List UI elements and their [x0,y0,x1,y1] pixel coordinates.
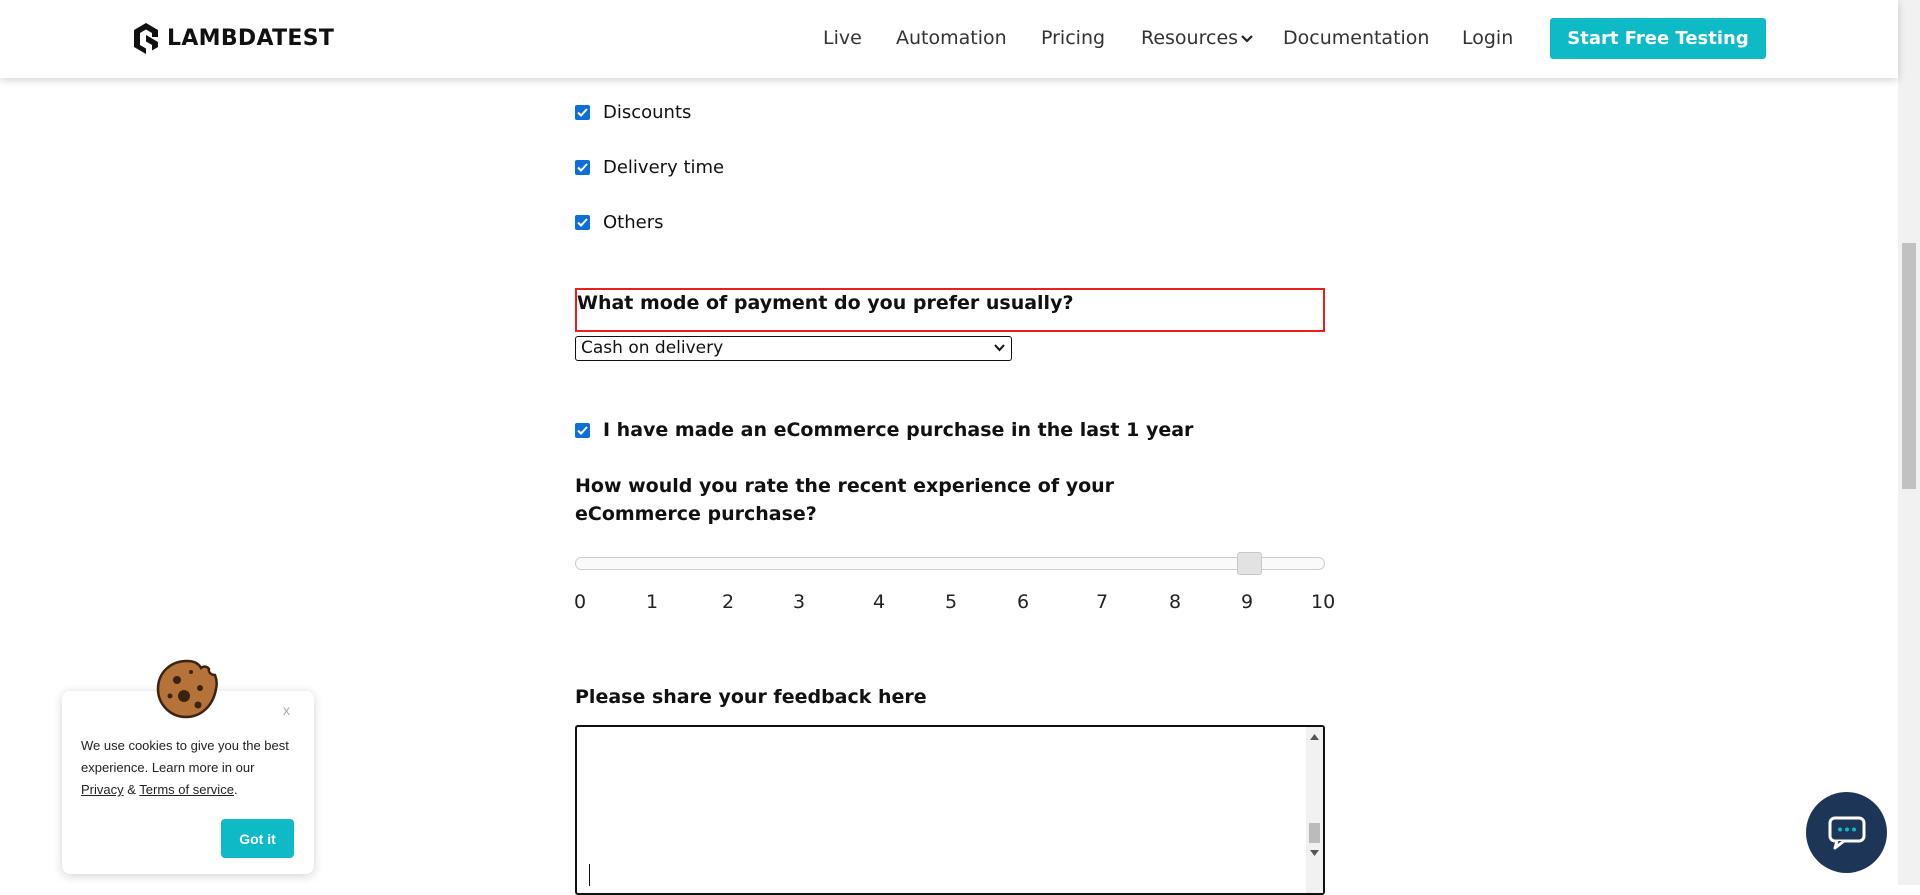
checkbox-label: Delivery time [603,157,725,178]
privacy-link[interactable]: Privacy [81,782,124,797]
top-navbar: LAMBDATEST Live Automation Pricing Resou… [0,0,1898,78]
text-caret [589,864,590,886]
chevron-down-icon [1241,34,1253,43]
textarea-scrollbar[interactable] [1306,727,1323,893]
cookie-icon [156,659,218,719]
feedback-label: Please share your feedback here [575,686,927,708]
checkbox-checked-icon[interactable] [575,215,590,230]
scroll-down-icon[interactable] [1310,850,1319,856]
cookie-close-button[interactable]: x [283,702,290,718]
checkbox-label: Others [603,212,664,233]
payment-select[interactable]: Cash on delivery [575,336,1012,361]
chat-icon [1828,816,1865,849]
rating-question: How would you rate the recent experience… [575,475,1115,525]
rating-tick: 6 [1017,591,1030,613]
rating-tick: 3 [793,591,806,613]
rating-tick: 8 [1169,591,1182,613]
nav-automation[interactable]: Automation [896,27,1007,49]
rating-tick: 7 [1096,591,1109,613]
rating-tick: 2 [722,591,735,613]
purchase-confirm-label: I have made an eCommerce purchase in the… [603,419,1194,441]
checkbox-checked-icon[interactable] [575,422,590,438]
scroll-up-icon[interactable] [1310,734,1319,740]
rating-slider-thumb[interactable] [1237,552,1262,575]
select-arrow-icon [994,344,1005,352]
rating-tick: 9 [1241,591,1254,613]
checkbox-row-delivery-time[interactable]: Delivery time [575,157,724,178]
cookie-text-amp: & [123,782,140,797]
checkbox-checked-icon[interactable] [575,105,590,120]
payment-question: What mode of payment do you prefer usual… [577,292,1074,314]
lambdatest-logo-icon [134,23,158,54]
logo[interactable]: LAMBDATEST [131,21,334,55]
page-scroll-thumb[interactable] [1902,243,1916,489]
cookie-text-end: . [233,782,238,797]
checkbox-checked-icon[interactable] [575,160,590,175]
nav-resources-label: Resources [1141,27,1239,49]
rating-tick: 0 [574,591,587,613]
nav-live[interactable]: Live [823,27,862,49]
rating-tick: 4 [873,591,886,613]
rating-slider-track[interactable] [575,557,1325,570]
nav-pricing[interactable]: Pricing [1041,27,1105,49]
rating-tick: 10 [1311,591,1336,613]
cookie-message: We use cookies to give you the best expe… [81,735,291,801]
checkbox-row-others[interactable]: Others [575,212,664,233]
payment-select-value: Cash on delivery [581,338,724,358]
start-free-testing-button[interactable]: Start Free Testing [1550,18,1766,59]
nav-resources[interactable]: Resources [1141,27,1253,49]
terms-link[interactable]: Terms of service [139,782,234,797]
cookie-text-intro: We use cookies to give you the best expe… [81,738,289,775]
rating-tick: 5 [945,591,958,613]
rating-tick: 1 [646,591,659,613]
purchase-confirm-row[interactable]: I have made an eCommerce purchase in the… [575,419,1193,441]
checkbox-row-discounts[interactable]: Discounts [575,102,691,123]
checkbox-label: Discounts [603,102,692,123]
feedback-textarea[interactable] [575,725,1325,895]
textarea-scroll-thumb[interactable] [1309,823,1320,843]
logo-text: LAMBDATEST [167,25,335,51]
chat-widget-button[interactable] [1806,792,1887,873]
nav-login[interactable]: Login [1462,27,1513,49]
got-it-button[interactable]: Got it [221,819,294,858]
nav-documentation[interactable]: Documentation [1283,27,1429,49]
